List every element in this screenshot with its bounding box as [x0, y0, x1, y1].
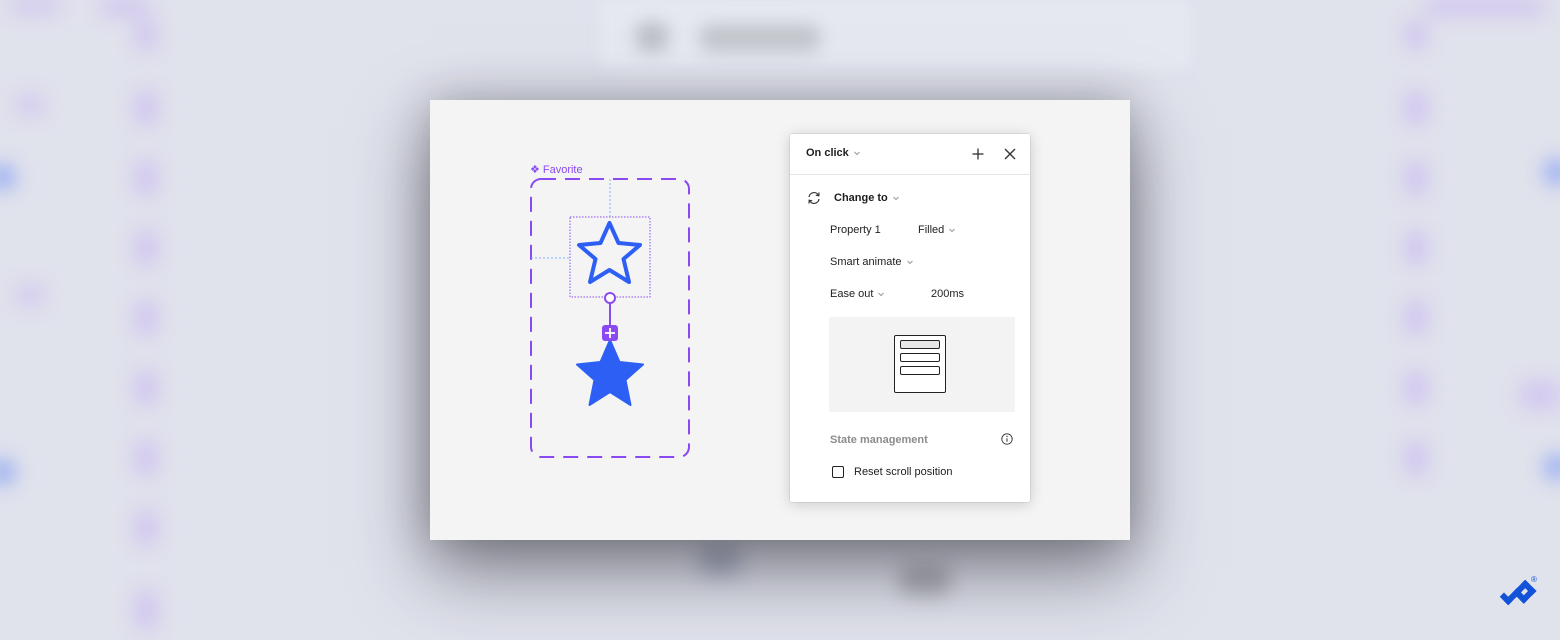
action-dropdown[interactable]: Change to	[806, 191, 900, 205]
component-set-frame[interactable]	[530, 178, 690, 458]
chevron-down-icon	[892, 196, 899, 201]
interaction-details-panel: On click Change to Property 1 Filled Sma…	[790, 134, 1030, 502]
filled-star-icon	[576, 339, 644, 406]
animation-label: Smart animate	[830, 256, 902, 268]
background-toolbar	[600, 0, 1190, 70]
duration-value: 200ms	[931, 288, 965, 300]
reset-scroll-checkbox[interactable]	[832, 466, 844, 478]
duration-input[interactable]: 200ms	[931, 288, 964, 300]
easing-label: Ease out	[830, 288, 874, 300]
component-name: Favorite	[542, 163, 583, 176]
toptal-logo-icon: ®	[1499, 575, 1537, 606]
state-management-title: State management	[830, 434, 928, 446]
add-interaction-icon	[602, 325, 618, 341]
variant-selection-box	[569, 216, 651, 298]
animation-dropdown[interactable]: Smart animate	[830, 256, 914, 268]
registered-mark: ®	[1531, 575, 1537, 584]
component-label[interactable]: ❖ Favorite	[530, 163, 583, 177]
outline-star-icon	[577, 221, 642, 284]
property-name-label: Property 1	[830, 224, 881, 236]
reset-scroll-option[interactable]: Reset scroll position	[832, 466, 952, 478]
background-toolbar-icon	[636, 22, 668, 52]
background-toolbar-title	[700, 24, 820, 52]
component-icon: ❖	[530, 164, 540, 176]
connector-node-handle	[604, 292, 616, 304]
add-interaction-plus-icon[interactable]	[969, 145, 987, 163]
chevron-down-icon	[853, 151, 860, 156]
panel-header: On click	[790, 134, 1030, 175]
info-icon[interactable]	[1001, 433, 1013, 445]
chevron-down-icon	[949, 228, 956, 233]
action-label: Change to	[834, 192, 888, 204]
preview-device-icon	[894, 335, 946, 393]
trigger-dropdown[interactable]: On click	[806, 147, 861, 159]
easing-dropdown[interactable]: Ease out	[830, 288, 885, 300]
property-value-label: Filled	[918, 224, 945, 236]
property-name: Property 1	[830, 224, 881, 236]
close-icon[interactable]	[1001, 145, 1019, 163]
preview-bar	[900, 353, 940, 362]
animation-preview	[829, 317, 1015, 412]
trigger-label: On click	[806, 147, 849, 159]
preview-bar	[900, 366, 940, 375]
chevron-down-icon	[906, 260, 913, 265]
property-value-dropdown[interactable]: Filled	[918, 224, 956, 236]
preview-bar	[900, 340, 940, 349]
reset-scroll-label: Reset scroll position	[854, 466, 953, 478]
chevron-down-icon	[878, 292, 885, 297]
component-set-drawing	[530, 178, 690, 458]
swap-arrows-icon	[808, 192, 820, 204]
